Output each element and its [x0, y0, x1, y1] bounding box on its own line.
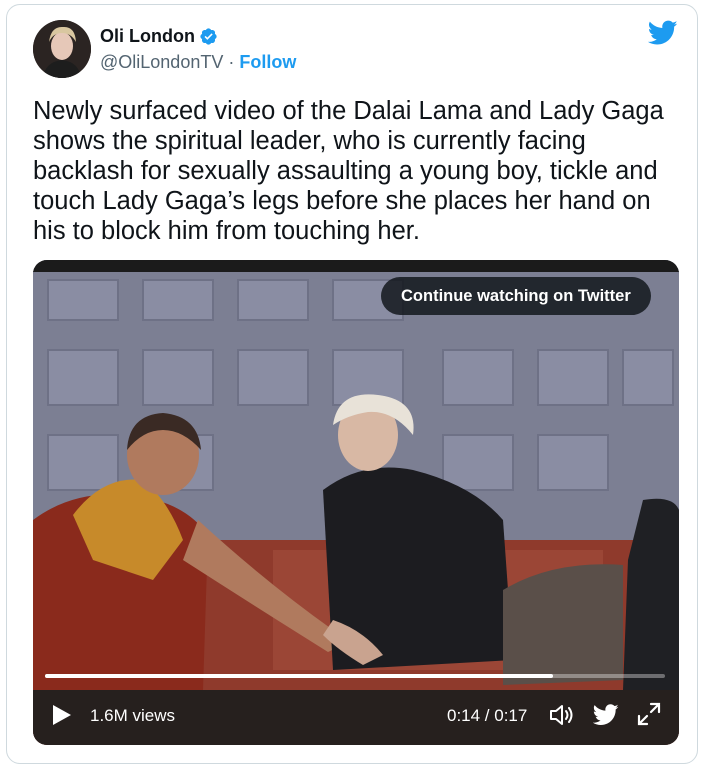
tweet-text: Newly surfaced video of the Dalai Lama a…: [33, 97, 664, 245]
twitter-bird-icon[interactable]: [593, 704, 619, 726]
video-controls: 1.6M views 0:14 / 0:17: [33, 685, 679, 745]
author-handle-row: @OliLondonTV · Follow: [100, 52, 296, 73]
author-name[interactable]: Oli London: [100, 26, 195, 47]
author-name-row[interactable]: Oli London: [100, 26, 218, 47]
avatar[interactable]: [33, 20, 91, 78]
video-frame: [33, 260, 679, 745]
follow-button[interactable]: Follow: [239, 52, 296, 72]
view-count: 1.6M views: [90, 706, 176, 725]
verified-badge-icon: [200, 28, 217, 45]
volume-icon[interactable]: [549, 703, 575, 727]
play-icon[interactable]: [51, 703, 73, 727]
video-player[interactable]: Continue watching on Twitter 1.6M views …: [33, 260, 679, 745]
author-handle[interactable]: @OliLondonTV: [100, 52, 223, 72]
video-time: 0:14 / 0:17: [447, 706, 528, 725]
video-progress-fill: [45, 674, 554, 678]
separator-dot: ·: [223, 52, 240, 72]
video-progress-bar[interactable]: [45, 674, 665, 678]
twitter-bird-icon[interactable]: [648, 20, 678, 46]
expand-icon[interactable]: [636, 701, 662, 727]
continue-watching-button[interactable]: Continue watching on Twitter: [381, 277, 651, 315]
